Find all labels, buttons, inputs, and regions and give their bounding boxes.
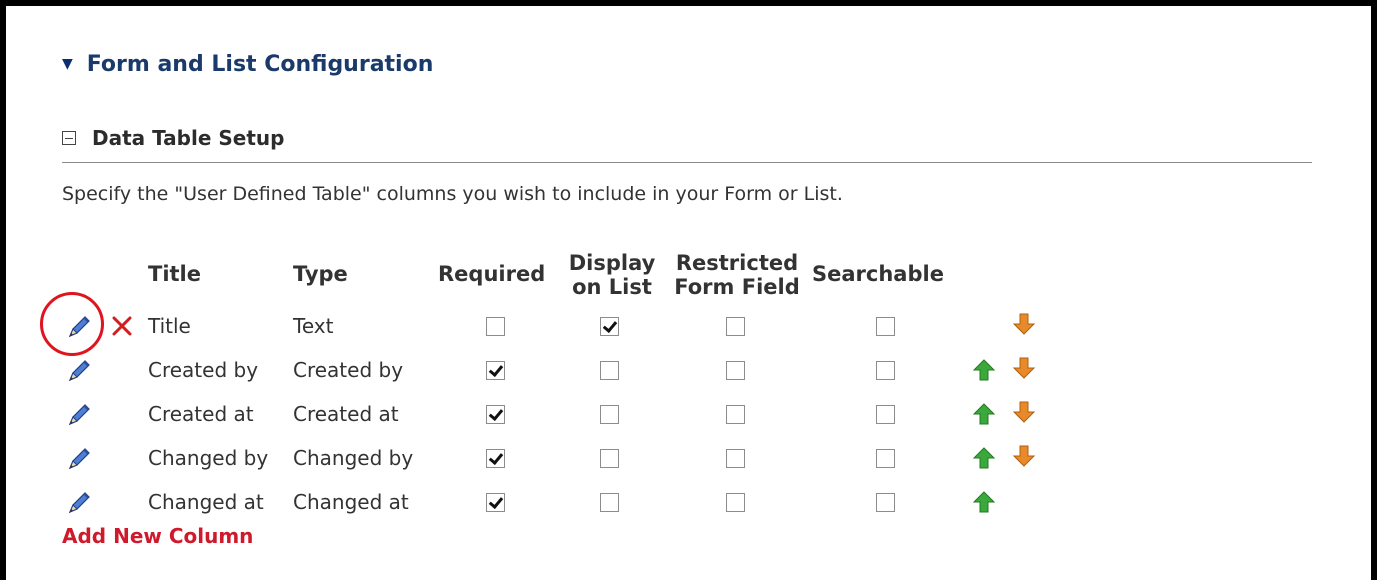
restricted-checkbox[interactable] [726, 449, 745, 468]
display-checkbox[interactable] [600, 317, 619, 336]
move-down-arrow-icon[interactable] [1011, 311, 1037, 337]
required-checkbox[interactable] [486, 493, 505, 512]
column-header-display-line2: on List [572, 275, 652, 299]
row-type: Text [293, 314, 334, 338]
move-up-arrow-icon[interactable] [971, 401, 997, 427]
move-down-arrow-icon[interactable] [1011, 443, 1037, 469]
move-up-arrow-icon[interactable] [971, 357, 997, 383]
column-header-required: Required [438, 262, 546, 286]
row-title: Created at [148, 402, 254, 426]
column-header-restricted: Restricted Form Field [666, 251, 808, 299]
table-row: Title Text [0, 304, 1100, 348]
edit-pencil-icon[interactable] [64, 400, 92, 428]
display-checkbox[interactable] [600, 493, 619, 512]
delete-x-icon[interactable] [110, 314, 134, 338]
description-text: Specify the "User Defined Table" columns… [62, 183, 843, 205]
move-down-arrow-icon[interactable] [1011, 399, 1037, 425]
subsection-header-data-table: Data Table Setup [62, 122, 284, 154]
divider [62, 162, 1312, 163]
row-title: Changed by [148, 446, 269, 470]
subsection-title: Data Table Setup [92, 126, 285, 150]
row-title: Title [148, 314, 191, 338]
section-title: Form and List Configuration [86, 51, 434, 77]
restricted-checkbox[interactable] [726, 405, 745, 424]
move-up-arrow-icon[interactable] [971, 445, 997, 471]
table-row: Changed at Changed at [0, 480, 1100, 524]
searchable-checkbox[interactable] [876, 449, 895, 468]
searchable-checkbox[interactable] [876, 493, 895, 512]
column-header-display-line1: Display [568, 251, 656, 275]
searchable-checkbox[interactable] [876, 317, 895, 336]
column-header-restricted-line1: Restricted [675, 251, 799, 275]
row-title: Changed at [148, 490, 264, 514]
searchable-checkbox[interactable] [876, 405, 895, 424]
required-checkbox[interactable] [486, 449, 505, 468]
triangle-down-icon: ▼ [62, 56, 73, 72]
edit-pencil-icon[interactable] [64, 488, 92, 516]
collapse-minus-icon[interactable] [62, 131, 76, 145]
highlight-circle-annotation [40, 292, 104, 356]
row-type: Changed at [293, 490, 409, 514]
display-checkbox[interactable] [600, 361, 619, 380]
section-header-form-list[interactable]: ▼ Form and List Configuration [62, 46, 433, 82]
table-row: Created at Created at [0, 392, 1100, 436]
column-header-display: Display on List [560, 251, 664, 299]
display-checkbox[interactable] [600, 449, 619, 468]
table-row: Created by Created by [0, 348, 1100, 392]
required-checkbox[interactable] [486, 317, 505, 336]
edit-pencil-icon[interactable] [64, 356, 92, 384]
add-new-column-link[interactable]: Add New Column [62, 524, 253, 548]
edit-pencil-icon[interactable] [64, 444, 92, 472]
restricted-checkbox[interactable] [726, 361, 745, 380]
move-up-arrow-icon[interactable] [971, 489, 997, 515]
row-type: Created at [293, 402, 399, 426]
column-header-restricted-line2: Form Field [674, 275, 800, 299]
searchable-checkbox[interactable] [876, 361, 895, 380]
column-header-title: Title [148, 262, 202, 286]
table-row: Changed by Changed by [0, 436, 1100, 480]
move-down-arrow-icon[interactable] [1011, 355, 1037, 381]
row-type: Created by [293, 358, 404, 382]
column-header-type: Type [293, 262, 348, 286]
required-checkbox[interactable] [486, 405, 505, 424]
row-title: Created by [148, 358, 259, 382]
restricted-checkbox[interactable] [726, 493, 745, 512]
required-checkbox[interactable] [486, 361, 505, 380]
restricted-checkbox[interactable] [726, 317, 745, 336]
row-type: Changed by [293, 446, 414, 470]
display-checkbox[interactable] [600, 405, 619, 424]
column-header-searchable: Searchable [812, 262, 944, 286]
